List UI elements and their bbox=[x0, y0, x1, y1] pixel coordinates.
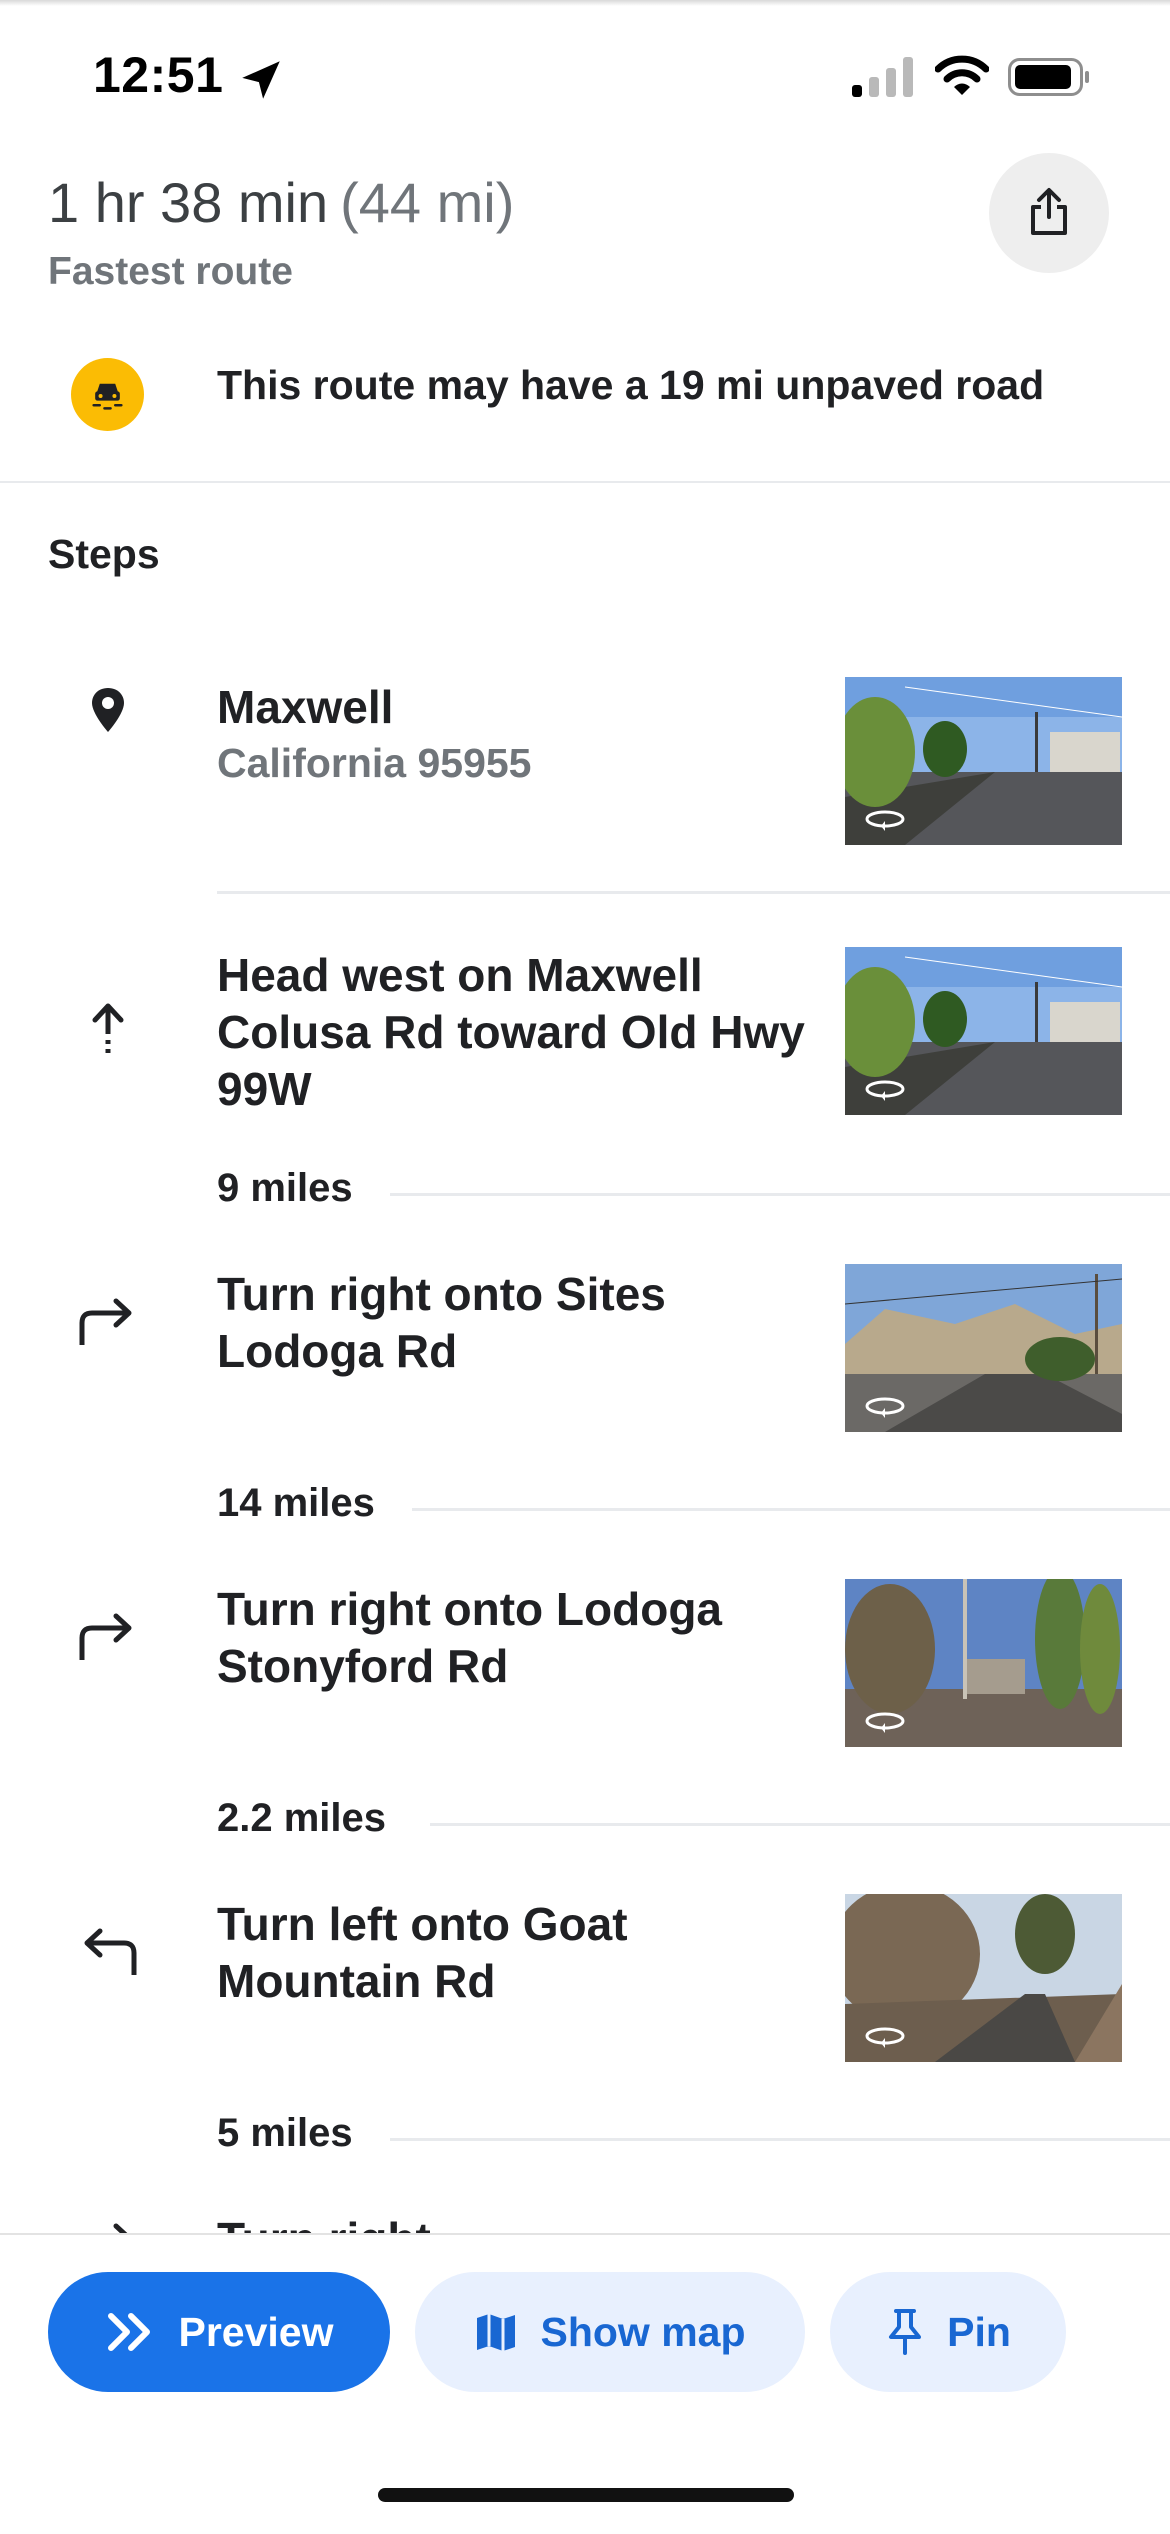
step-title: Turn right onto Lodoga Stonyford Rd bbox=[217, 1583, 723, 1692]
street-view-thumbnail[interactable] bbox=[845, 1264, 1122, 1432]
show-map-label: Show map bbox=[540, 2308, 746, 2355]
step-distance: 14 miles bbox=[217, 1481, 397, 1526]
route-duration: 1 hr 38 min bbox=[48, 171, 329, 234]
panorama-360-icon bbox=[865, 2027, 905, 2048]
pin-button[interactable]: Pin bbox=[830, 2272, 1066, 2392]
status-time: 12:51 bbox=[93, 47, 224, 103]
turn-left-icon bbox=[84, 1928, 137, 1975]
divider bbox=[412, 1508, 1170, 1511]
route-type-label: Fastest route bbox=[48, 250, 293, 293]
step-title: Turn left onto Goat Mountain Rd bbox=[217, 1898, 628, 2007]
street-view-thumbnail[interactable] bbox=[845, 947, 1122, 1115]
pin-icon bbox=[889, 2309, 922, 2355]
location-pin-icon bbox=[92, 688, 124, 732]
divider bbox=[217, 891, 1170, 894]
share-icon bbox=[1031, 188, 1067, 235]
preview-label: Preview bbox=[178, 2308, 334, 2355]
street-view-thumbnail[interactable] bbox=[845, 1579, 1122, 1747]
step-subtitle: California 95955 bbox=[217, 740, 532, 786]
status-bar: 12:51 bbox=[0, 0, 1170, 150]
share-button[interactable] bbox=[989, 153, 1109, 273]
street-view-thumbnail[interactable] bbox=[845, 1894, 1122, 2062]
step-title: Maxwell bbox=[217, 681, 394, 733]
divider bbox=[0, 481, 1170, 483]
route-distance: (44 mi) bbox=[340, 171, 515, 234]
turn-right-icon bbox=[79, 1298, 132, 1345]
preview-button[interactable]: Preview bbox=[48, 2272, 390, 2392]
cellular-signal-icon bbox=[852, 57, 913, 97]
location-arrow-icon bbox=[242, 61, 280, 99]
unpaved-road-warning-text: This route may have a 19 mi unpaved road bbox=[217, 362, 1045, 408]
map-icon bbox=[477, 2314, 516, 2351]
panorama-360-icon bbox=[865, 810, 905, 831]
wifi-icon bbox=[935, 55, 989, 95]
route-summary: 1 hr 38 min (44 mi) bbox=[48, 170, 514, 235]
divider bbox=[390, 2138, 1170, 2141]
steps-heading: Steps bbox=[48, 531, 160, 577]
panorama-360-icon bbox=[865, 1397, 905, 1418]
unpaved-road-icon bbox=[92, 383, 123, 410]
step-distance: 5 miles bbox=[217, 2111, 375, 2156]
step-title: Head west on Maxwell Colusa Rd toward Ol… bbox=[217, 949, 805, 1115]
turn-right-icon bbox=[79, 1613, 132, 1660]
battery-icon bbox=[1008, 58, 1089, 96]
street-view-thumbnail[interactable] bbox=[845, 677, 1122, 845]
divider bbox=[390, 1193, 1170, 1196]
panorama-360-icon bbox=[865, 1080, 905, 1101]
step-distance: 9 miles bbox=[217, 1166, 375, 1211]
double-chevron-right-icon bbox=[107, 2313, 150, 2351]
panorama-360-icon bbox=[865, 1712, 905, 1733]
divider bbox=[430, 1823, 1170, 1826]
show-map-button[interactable]: Show map bbox=[415, 2272, 805, 2392]
unpaved-road-warning-badge bbox=[71, 358, 144, 431]
step-distance: 2.2 miles bbox=[217, 1796, 409, 1841]
step-title: Turn right onto Sites Lodoga Rd bbox=[217, 1268, 666, 1377]
straight-arrow-icon bbox=[92, 1003, 124, 1053]
home-indicator[interactable] bbox=[378, 2488, 794, 2502]
pin-label: Pin bbox=[947, 2308, 1011, 2355]
